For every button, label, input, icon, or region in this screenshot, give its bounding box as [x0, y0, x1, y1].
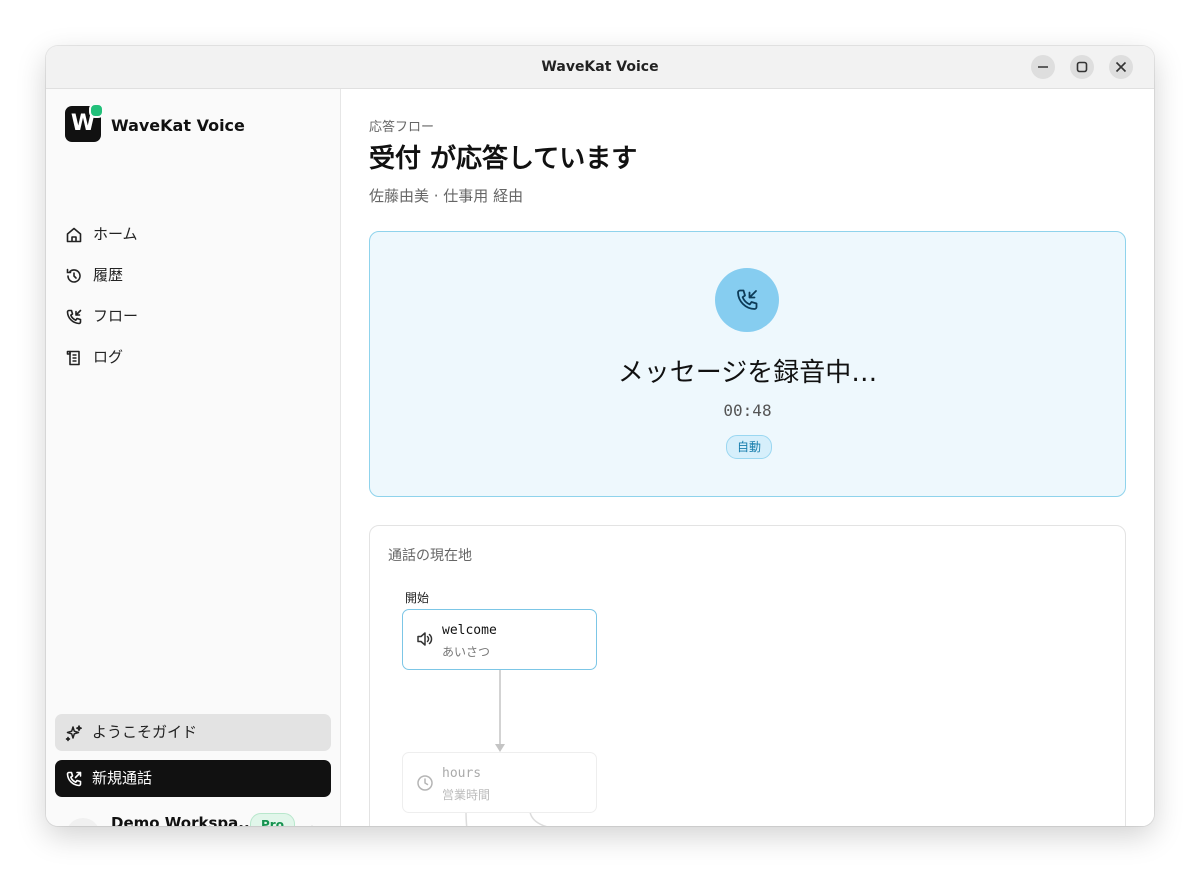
call-status-text: メッセージを録音中…	[617, 358, 878, 388]
app-window: WaveKat Voice W WaveKat Voice ホーム 履歴 フロー	[46, 46, 1154, 826]
phone-outgoing-icon	[66, 771, 82, 787]
breadcrumb: 応答フロー	[369, 120, 435, 135]
window-title: WaveKat Voice	[541, 59, 659, 75]
flow-node-label: 営業時間	[442, 788, 491, 802]
sidebar-item-label: 履歴	[93, 266, 124, 284]
workspace-avatar[interactable]	[66, 818, 100, 826]
phone-flow-icon	[66, 309, 82, 325]
auto-mode-badge: 自動	[726, 435, 772, 459]
app-logo: W	[65, 103, 104, 142]
title-bar: WaveKat Voice	[46, 46, 1154, 89]
page-title: 受付 が応答しています	[369, 144, 638, 174]
sidebar-item-history[interactable]: 履歴	[56, 257, 328, 293]
maximize-icon	[1076, 61, 1088, 73]
sidebar-item-label: ログ	[93, 348, 124, 366]
plan-badge: Pro	[250, 813, 295, 826]
flow-node-hours[interactable]: hours 営業時間	[402, 752, 597, 813]
maximize-button[interactable]	[1070, 55, 1094, 79]
close-button[interactable]	[1109, 55, 1133, 79]
sidebar-item-label: フロー	[93, 307, 139, 325]
sidebar-item-flow[interactable]: フロー	[56, 298, 328, 334]
minimize-icon	[1038, 66, 1048, 68]
brand-name: WaveKat Voice	[111, 116, 245, 135]
main-content: 応答フロー 受付 が応答しています 佐藤由美 · 仕事用 経由 メッセージを録音…	[341, 89, 1154, 826]
history-icon	[66, 268, 81, 283]
call-status-card: メッセージを録音中… 00:48 自動	[369, 231, 1126, 497]
call-location-card: 通話の現在地 開始 welcome あいさつ hours 営業時間	[369, 525, 1126, 826]
speaker-icon	[417, 632, 433, 646]
sidebar-item-label: ホーム	[93, 225, 138, 243]
sidebar: W WaveKat Voice ホーム 履歴 フロー ログ ようこそガイド 新規…	[46, 89, 341, 826]
chevron-up-down-icon[interactable]	[305, 824, 319, 826]
home-icon	[66, 227, 82, 243]
phone-incoming-icon	[737, 289, 758, 310]
clock-icon	[417, 775, 433, 791]
sparkles-icon	[65, 725, 82, 742]
call-timer: 00:48	[723, 401, 772, 420]
log-scroll-icon	[66, 350, 80, 366]
new-call-button[interactable]: 新規通話	[55, 760, 331, 797]
sidebar-item-logs[interactable]: ログ	[56, 339, 328, 375]
caller-info: 佐藤由美 · 仕事用 経由	[369, 187, 524, 205]
incoming-call-badge	[715, 268, 779, 332]
flow-node-welcome[interactable]: welcome あいさつ	[402, 609, 597, 670]
minimize-button[interactable]	[1031, 55, 1055, 79]
new-call-label: 新規通話	[92, 769, 153, 787]
workspace-name[interactable]: Demo Workspa...	[111, 814, 255, 826]
welcome-guide-label: ようこそガイド	[92, 723, 198, 741]
flow-node-label: あいさつ	[442, 645, 491, 659]
flow-node-id: welcome	[442, 623, 497, 638]
sidebar-item-home[interactable]: ホーム	[56, 216, 328, 252]
welcome-guide-button[interactable]: ようこそガイド	[55, 714, 331, 751]
flow-node-id: hours	[442, 766, 482, 781]
status-dot	[89, 103, 104, 118]
close-icon	[1115, 61, 1127, 73]
